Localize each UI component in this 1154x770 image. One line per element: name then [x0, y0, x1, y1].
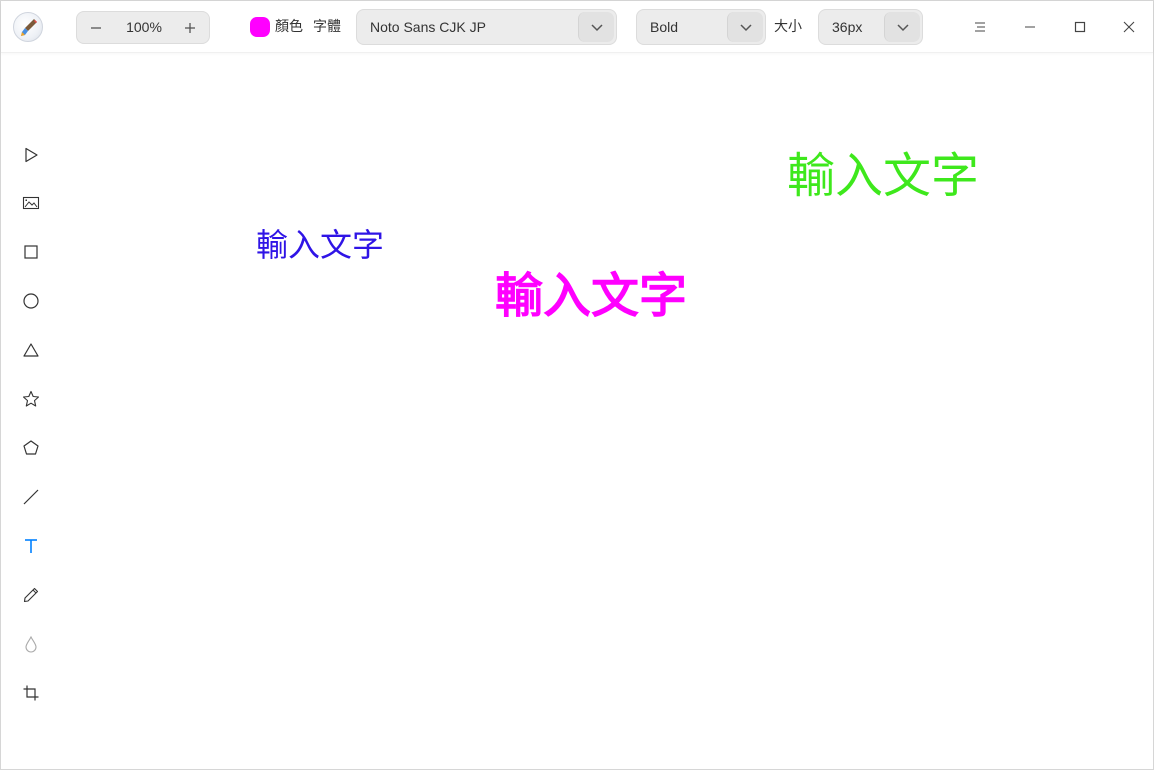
- rectangle-icon: [24, 245, 38, 259]
- cursor-icon: [25, 147, 38, 163]
- tool-palette: [1, 131, 61, 711]
- tool-text[interactable]: [17, 532, 45, 560]
- font-size-value: 36px: [832, 19, 863, 35]
- font-size-select[interactable]: 36px: [818, 9, 923, 45]
- circle-icon: [23, 293, 39, 309]
- hamburger-menu-icon: [975, 22, 985, 32]
- font-label: 字體: [313, 19, 341, 35]
- zoom-control: 100%: [76, 11, 210, 44]
- line-icon: [23, 489, 39, 505]
- minimize-icon: [1025, 26, 1035, 28]
- text-icon: [25, 539, 37, 553]
- color-label: 顏色: [275, 19, 303, 35]
- drop-icon: [25, 635, 37, 653]
- image-icon: [22, 196, 40, 210]
- tool-blur[interactable]: [17, 630, 45, 658]
- font-family-value: Noto Sans CJK JP: [370, 19, 486, 35]
- app-logo-icon[interactable]: [13, 12, 43, 42]
- star-icon: [22, 390, 40, 407]
- minus-icon: [91, 26, 101, 29]
- tool-star[interactable]: [17, 385, 45, 413]
- minimize-button[interactable]: [1016, 13, 1044, 41]
- canvas-text-magenta[interactable]: 輸入文字: [495, 256, 687, 326]
- tool-polygon[interactable]: [17, 434, 45, 462]
- tool-pen[interactable]: [17, 581, 45, 609]
- zoom-level[interactable]: 100%: [113, 12, 175, 43]
- tool-select[interactable]: [17, 141, 45, 169]
- maximize-icon: [1074, 21, 1086, 33]
- canvas-text-blue[interactable]: 輸入文字: [256, 220, 384, 266]
- tool-ellipse[interactable]: [17, 287, 45, 315]
- chevron-down-icon: [896, 24, 909, 32]
- canvas-text-green[interactable]: 輸入文字: [787, 136, 979, 206]
- font-size-dropdown-button[interactable]: [884, 12, 920, 42]
- menu-button[interactable]: [966, 13, 994, 41]
- chevron-down-icon: [590, 24, 603, 32]
- tool-line[interactable]: [17, 483, 45, 511]
- pentagon-icon: [23, 440, 39, 455]
- zoom-out-button[interactable]: [78, 12, 114, 43]
- crop-icon: [23, 685, 39, 701]
- font-weight-value: Bold: [650, 19, 679, 35]
- size-label: 大小: [774, 19, 802, 35]
- tool-crop[interactable]: [17, 679, 45, 707]
- pencil-icon: [23, 587, 39, 603]
- font-family-select[interactable]: Noto Sans CJK JP: [356, 9, 617, 45]
- maximize-button[interactable]: [1066, 13, 1094, 41]
- titlebar: 100% 顏色 字體 Noto Sans CJK JP Bold 大小 36px: [1, 1, 1153, 53]
- app-window: 100% 顏色 字體 Noto Sans CJK JP Bold 大小 36px: [0, 0, 1154, 770]
- font-family-dropdown-button[interactable]: [578, 12, 614, 42]
- triangle-icon: [23, 343, 39, 357]
- font-weight-dropdown-button[interactable]: [727, 12, 763, 42]
- tool-triangle[interactable]: [17, 336, 45, 364]
- color-swatch[interactable]: [250, 17, 270, 37]
- close-icon: [1123, 21, 1135, 33]
- chevron-down-icon: [739, 24, 752, 32]
- tool-image[interactable]: [17, 189, 45, 217]
- tool-rectangle[interactable]: [17, 238, 45, 266]
- plus-icon: [185, 22, 195, 33]
- font-weight-select[interactable]: Bold: [636, 9, 766, 45]
- close-button[interactable]: [1115, 13, 1143, 41]
- drawing-canvas[interactable]: 輸入文字 輸入文字 輸入文字: [61, 54, 1153, 769]
- zoom-in-button[interactable]: [172, 12, 208, 43]
